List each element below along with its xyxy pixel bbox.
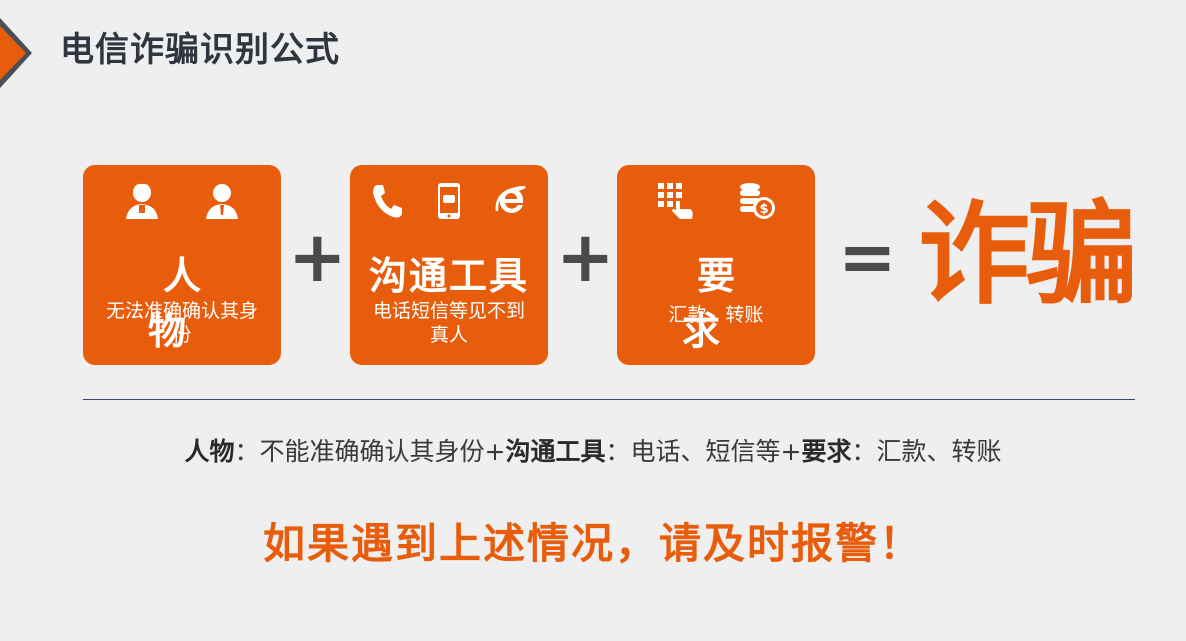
summary-value: ：不能准确确认其身份+ bbox=[234, 437, 506, 466]
plus-sign: + bbox=[556, 216, 615, 298]
divider bbox=[83, 399, 1135, 400]
equals-sign: = bbox=[838, 216, 897, 298]
plus-sign: + bbox=[288, 216, 347, 298]
female-user-icon bbox=[126, 183, 158, 219]
summary-key: 人物 bbox=[184, 437, 235, 466]
mobile-message-icon bbox=[438, 183, 460, 219]
phone-icon bbox=[373, 185, 402, 218]
card-desc: 电话短信等见不到真人 bbox=[372, 300, 525, 346]
warning-text: 如果遇到上述情况，请及时报警！ bbox=[262, 519, 923, 568]
summary-value: ：汇款、转账 bbox=[851, 437, 1002, 466]
person-card: 人 物 无法准确确认其身份 bbox=[83, 165, 281, 365]
summary-key: 要求 bbox=[801, 437, 852, 466]
coins-money-icon: $ bbox=[740, 183, 775, 219]
communication-card: 沟通工具 电话短信等见不到真人 bbox=[350, 165, 548, 365]
demand-card: $ 要 求 汇款、转账 bbox=[617, 165, 815, 365]
male-user-icon bbox=[206, 184, 238, 219]
svg-text:$: $ bbox=[759, 202, 768, 217]
summary-value: ：电话、短信等+ bbox=[605, 437, 802, 466]
keypad-tap-icon bbox=[658, 183, 693, 219]
internet-icon bbox=[495, 185, 526, 213]
card-title: 沟通工具 bbox=[368, 254, 529, 298]
card-title: 要 求 bbox=[681, 254, 765, 353]
fraud-result: 诈骗 bbox=[918, 190, 1138, 320]
summary-key: 沟通工具 bbox=[505, 437, 606, 466]
card-desc: 无法准确确认其身份 bbox=[105, 300, 258, 346]
summary-line: 人物：不能准确确认其身份+沟通工具：电话、短信等+要求：汇款、转账 bbox=[0, 432, 1186, 468]
card-desc: 汇款、转账 bbox=[668, 304, 764, 326]
page-title: 电信诈骗识别公式 bbox=[60, 30, 340, 70]
slide: 电信诈骗识别公式 人 物 无法准确确认其身份 + 沟通工具 电话短信等见不到真人… bbox=[0, 0, 1186, 641]
corner-arrow-icon bbox=[0, 18, 32, 88]
